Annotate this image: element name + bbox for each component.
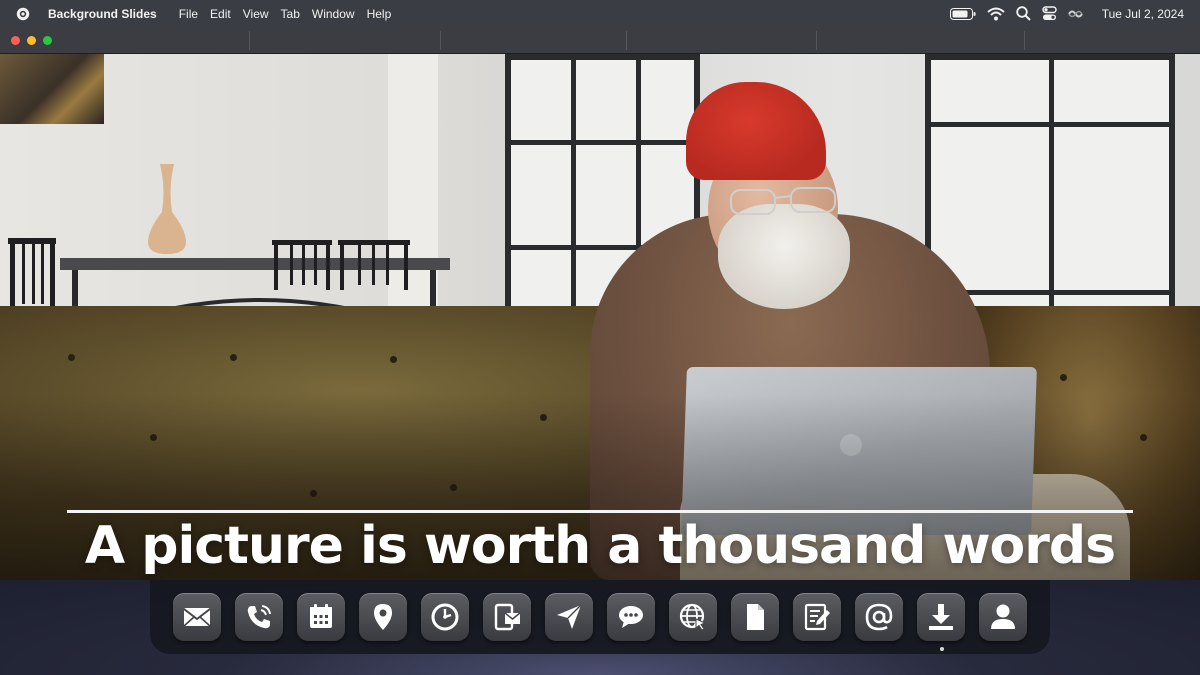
dock-item-calendar[interactable] (297, 593, 345, 641)
phone-icon (247, 605, 271, 629)
dock-item-browser[interactable] (669, 593, 717, 641)
at-sign-icon (865, 603, 893, 631)
tablet-mail-icon (494, 603, 521, 631)
dock-item-notes[interactable] (793, 593, 841, 641)
app-name-menu[interactable]: Background Slides (48, 7, 157, 21)
menu-help[interactable]: Help (367, 7, 392, 21)
eyeglasses-image (730, 187, 836, 215)
chair-image (338, 240, 410, 290)
tab-divider (249, 31, 250, 50)
minimize-button[interactable] (27, 36, 36, 45)
room-window-right (925, 54, 1175, 319)
menu-tab[interactable]: Tab (281, 7, 300, 21)
search-icon[interactable] (1016, 6, 1031, 21)
menu-bar: Background Slides File Edit View Tab Win… (0, 0, 1200, 27)
zoom-button[interactable] (43, 36, 52, 45)
dock-item-messages[interactable] (607, 593, 655, 641)
dock-item-maps[interactable] (359, 593, 407, 641)
battery-icon[interactable] (949, 7, 976, 20)
siri-icon[interactable] (1067, 8, 1083, 20)
user-icon (991, 604, 1015, 629)
clock-icon (431, 603, 459, 631)
status-area: Tue Jul 2, 2024 (949, 6, 1184, 21)
chat-bubble-icon (619, 606, 643, 628)
app-window: A picture is worth a thousand words (0, 27, 1200, 580)
menu-view[interactable]: View (243, 7, 269, 21)
document-icon (747, 604, 764, 630)
window-titlebar[interactable] (0, 27, 1200, 54)
dock (150, 580, 1050, 654)
dock-item-clock[interactable] (421, 593, 469, 641)
menubar-clock[interactable]: Tue Jul 2, 2024 (1102, 7, 1184, 21)
wifi-icon[interactable] (987, 7, 1005, 21)
dock-item-at-mail[interactable] (855, 593, 903, 641)
running-indicator (940, 647, 944, 651)
menu-window[interactable]: Window (312, 7, 355, 21)
dock-item-mail[interactable] (173, 593, 221, 641)
globe-cursor-icon (679, 603, 707, 631)
notepad-edit-icon (804, 603, 830, 631)
download-icon (929, 604, 953, 630)
envelope-icon (183, 608, 211, 627)
location-pin-icon (374, 604, 392, 630)
dock-item-files[interactable] (731, 593, 779, 641)
background-slide[interactable]: A picture is worth a thousand words (0, 54, 1200, 580)
dock-item-user[interactable] (979, 593, 1027, 641)
caption-rule (67, 510, 1133, 513)
dock-item-send[interactable] (545, 593, 593, 641)
calendar-icon (310, 604, 332, 628)
tab-divider (1024, 31, 1025, 50)
paper-plane-icon (557, 604, 582, 629)
slide-caption: A picture is worth a thousand words (84, 516, 1116, 576)
chair-image (272, 240, 332, 290)
control-center-icon[interactable] (1042, 6, 1057, 21)
dock-item-downloads[interactable] (917, 593, 965, 641)
app-logo-icon[interactable] (16, 7, 30, 21)
tab-divider (816, 31, 817, 50)
vase-image (148, 164, 186, 254)
close-button[interactable] (11, 36, 20, 45)
menu-edit[interactable]: Edit (210, 7, 231, 21)
dock-item-phone[interactable] (235, 593, 283, 641)
traffic-lights (11, 36, 52, 45)
tab-divider (440, 31, 441, 50)
dock-item-tablet-mail[interactable] (483, 593, 531, 641)
wall-painting (0, 54, 104, 124)
tab-divider (626, 31, 627, 50)
menu-file[interactable]: File (179, 7, 198, 21)
